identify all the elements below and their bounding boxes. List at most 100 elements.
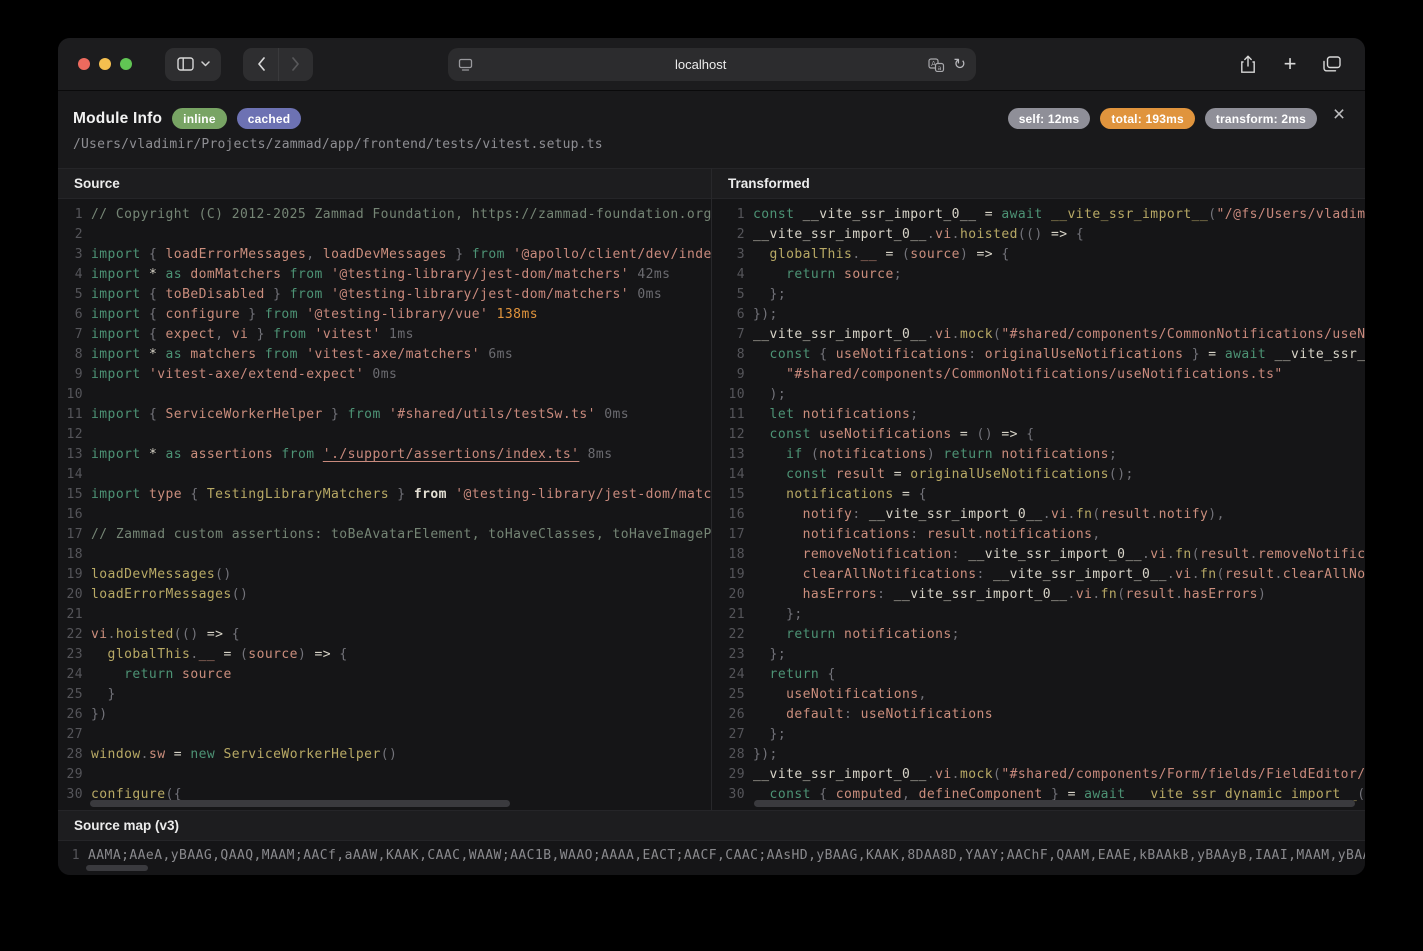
translate-icon[interactable]: A a [928, 57, 945, 72]
code-token: await [1224, 347, 1267, 362]
code-token: , [306, 247, 323, 262]
tab-overview-button[interactable] [1317, 49, 1347, 79]
code-token: ) [926, 447, 944, 462]
code-token: from [273, 327, 307, 342]
line-number: 1 [74, 207, 83, 222]
code-line: 11 let notifications; [712, 405, 1365, 425]
line-number: 28 [728, 747, 745, 762]
code-line: 21 [58, 605, 711, 625]
code-token: __vite_ssr_import__ [1042, 207, 1209, 222]
code-token: hasErrors [1183, 587, 1258, 602]
code-line: 19 loadDevMessages() [58, 565, 711, 585]
code-token: notifications [819, 447, 927, 462]
code-token: from [273, 447, 315, 462]
code-line: 5 }; [712, 285, 1365, 305]
address-bar[interactable]: localhost A a ↻ [448, 48, 976, 81]
code-token: { [140, 327, 166, 342]
code-token: // Zammad custom assertions: toBeAvatarE… [91, 527, 711, 542]
line-number: 12 [66, 427, 83, 442]
code-token: useNotifications [810, 427, 952, 442]
code-token: . [1191, 567, 1200, 582]
transformed-horizontal-scrollbar[interactable] [754, 800, 1355, 807]
code-token: __ [198, 647, 216, 662]
sidebar-toggle-button[interactable] [165, 47, 221, 81]
code-token: . [926, 227, 936, 242]
code-token: useNotifications [753, 687, 919, 702]
code-token: = [885, 467, 911, 482]
line-number: 15 [66, 487, 83, 502]
new-tab-button[interactable]: + [1275, 49, 1305, 79]
line-number: 12 [728, 427, 745, 442]
source-code[interactable]: 1 // Copyright (C) 2012-2025 Zammad Found… [58, 199, 711, 810]
code-token: 42ms [629, 267, 671, 282]
sourcemap-horizontal-scrollbar[interactable] [86, 865, 148, 871]
code-token: from [281, 267, 323, 282]
code-token: : [844, 707, 861, 722]
code-token: '@testing-library/jest-dom/matchers' [455, 487, 711, 502]
code-line: 19 clearAllNotifications: __vite_ssr_imp… [712, 565, 1365, 585]
code-line: 8 const { useNotifications: originalUseN… [712, 345, 1365, 365]
code-token: = [877, 247, 903, 262]
close-button[interactable]: × [1325, 101, 1353, 129]
code-line: 12 [58, 425, 711, 445]
code-token: "#shared/components/Form/fields/FieldEdi… [1001, 767, 1365, 782]
code-token: } [446, 247, 472, 262]
code-token: source [248, 647, 298, 662]
line-number: 2 [736, 227, 745, 242]
line-number: 25 [66, 687, 83, 702]
module-link[interactable]: './support/assertions/index.ts' [323, 447, 580, 462]
code-line: 26 default: useNotifications [712, 705, 1365, 725]
line-number: 23 [66, 647, 83, 662]
self-timing-badge: self: 12ms [1007, 108, 1091, 129]
code-token: default [753, 707, 845, 722]
line-number: 21 [728, 607, 745, 622]
plus-icon: + [1283, 51, 1297, 76]
code-token: ; [893, 267, 902, 282]
line-number: 9 [74, 367, 83, 382]
chevron-down-icon [200, 61, 210, 67]
code-token: return [753, 667, 820, 682]
code-token: ServiceWorkerHelper [165, 407, 323, 422]
code-token: . [140, 747, 149, 762]
code-token: clearAllNotifications [753, 567, 977, 582]
code-line: 5 import { toBeDisabled } from '@testing-… [58, 285, 711, 305]
code-line: 20 loadErrorMessages() [58, 585, 711, 605]
code-token: __vite_ssr_import_0__ [753, 227, 927, 242]
line-number: 13 [66, 447, 83, 462]
sourcemap-section: Source map (v3) 1 AAMA;AAeA,yBAAG,QAAQ,MA… [58, 810, 1365, 875]
back-button[interactable] [244, 48, 278, 81]
code-token: vi [1075, 587, 1093, 602]
code-line: 29 __vite_ssr_import_0__.vi.mock("#shared… [712, 765, 1365, 785]
code-line: 17 notifications: result.notifications, [712, 525, 1365, 545]
minimize-window-button[interactable] [99, 58, 111, 70]
line-number: 5 [74, 287, 83, 302]
code-token: vi [935, 227, 952, 242]
code-token: { [1001, 247, 1010, 262]
code-token: => [1050, 227, 1076, 242]
code-token: => [206, 627, 232, 642]
code-token: import [91, 307, 141, 322]
forward-button[interactable] [278, 47, 312, 81]
line-number: 17 [66, 527, 83, 542]
share-button[interactable] [1233, 49, 1263, 79]
zoom-window-button[interactable] [120, 58, 132, 70]
code-token: const [753, 427, 811, 442]
sourcemap-code[interactable]: 1 AAMA;AAeA,yBAAG,QAAQ,MAAM;AACf,aAAW,KAA… [58, 841, 1365, 875]
code-token: as [165, 447, 183, 462]
line-number: 8 [74, 347, 83, 362]
code-token: result [1100, 507, 1151, 522]
close-window-button[interactable] [78, 58, 90, 70]
transformed-code[interactable]: 1 const __vite_ssr_import_0__ = await __v… [712, 199, 1365, 810]
code-token: source [835, 267, 894, 282]
code-token: { [140, 247, 166, 262]
reload-button[interactable]: ↻ [953, 57, 966, 72]
code-token: (); [1108, 467, 1134, 482]
code-token: TestingLibraryMatchers [206, 487, 389, 502]
code-token: ; [1108, 447, 1118, 462]
inline-badge: inline [172, 108, 227, 129]
code-token: ); [753, 387, 787, 402]
code-line: 16 [58, 505, 711, 525]
source-horizontal-scrollbar[interactable] [90, 800, 510, 807]
code-token: 'vitest' [306, 327, 381, 342]
line-number: 5 [736, 287, 745, 302]
